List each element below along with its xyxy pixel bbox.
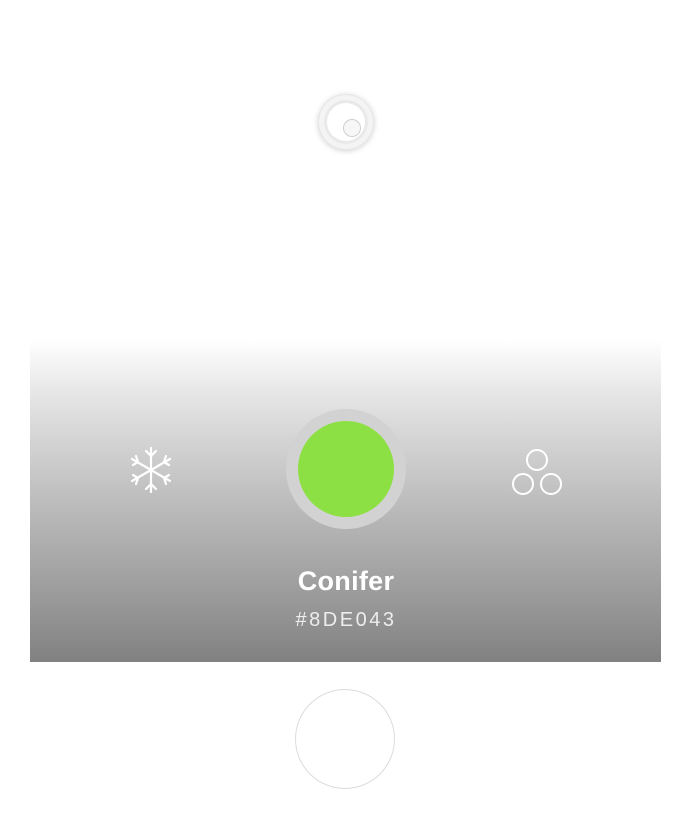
capture-ring-dot: [343, 119, 361, 137]
capture-ring-icon[interactable]: [318, 94, 374, 150]
color-name: Conifer: [297, 566, 395, 596]
capture-ring-inner: [324, 100, 368, 144]
color-swatch-ring[interactable]: [286, 409, 406, 529]
snowflake-icon[interactable]: [127, 446, 175, 494]
color-hex-code: #8DE043: [295, 609, 397, 631]
shutter-button[interactable]: [295, 689, 395, 789]
three-circles-icon[interactable]: [509, 447, 565, 497]
app-screen: Conifer #8DE043: [0, 0, 692, 816]
color-swatch[interactable]: [298, 421, 394, 517]
